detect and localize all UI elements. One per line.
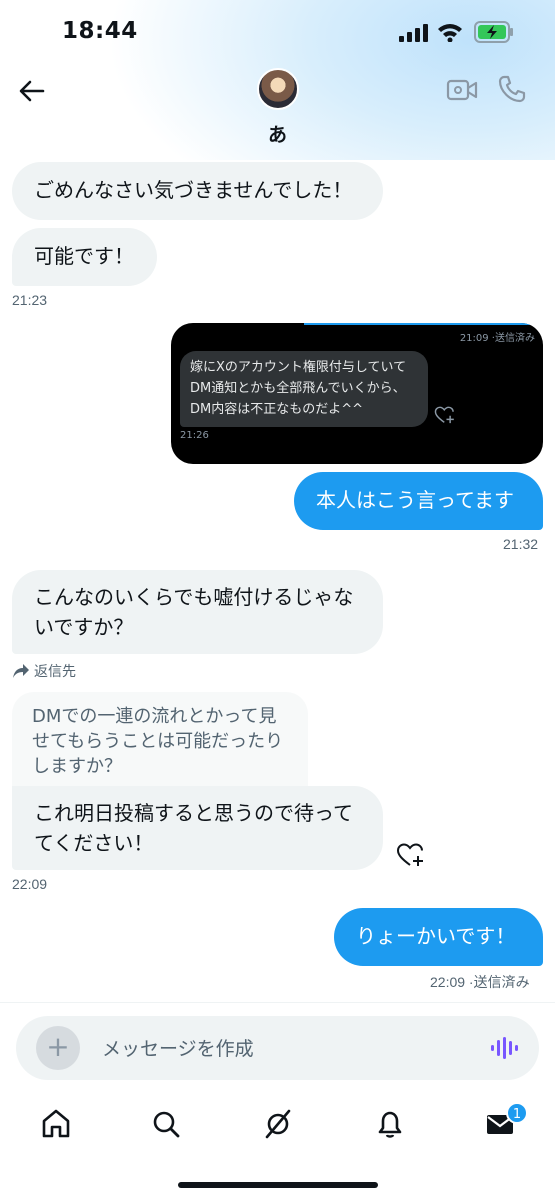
grok-icon[interactable] [262,1108,294,1140]
message-composer: + [16,1016,539,1080]
message-timestamp: 21:32 [503,536,539,552]
bell-icon[interactable] [374,1108,406,1140]
message-input[interactable] [102,1034,442,1064]
message-status: 22:09 ·送信済み [430,974,530,990]
reply-arrow-icon [13,664,29,678]
home-icon[interactable] [40,1108,72,1140]
image-attachment[interactable]: 21:09 ·送信済み 嫁にXのアカウント権限付与していてDM通知とかも全部飛ん… [171,323,543,464]
image-status-text: 21:09 ·送信済み [459,333,535,344]
message-incoming[interactable]: 可能です！ [12,228,157,286]
voice-icon[interactable] [490,1036,518,1060]
message-timestamp: 21:23 [12,292,48,308]
image-message-time: 21:26 [180,430,209,441]
search-icon[interactable] [150,1108,182,1140]
composer-divider [0,1002,555,1003]
status-time: 18:44 [62,18,138,44]
contact-name[interactable]: あ [0,120,555,147]
avatar[interactable] [257,68,299,110]
quoted-message[interactable]: DMでの一連の流れとかって見せてもらうことは可能だったりしますか？ [12,692,308,792]
heart-plus-icon [434,406,454,424]
message-incoming[interactable]: これ明日投稿すると思うので待っててください！ [12,786,383,870]
image-message-text: 嫁にXのアカウント権限付与していてDM通知とかも全部飛んでいくから、DM内容は不… [180,351,428,427]
wifi-icon [438,24,462,42]
message-outgoing[interactable]: 本人はこう言ってます [294,472,543,530]
message-outgoing[interactable]: りょーかいです！ [334,908,543,966]
heart-plus-icon[interactable] [396,842,426,868]
conversation-header: あ [0,66,555,156]
message-incoming[interactable]: ごめんなさい気づきませんでした！ [12,162,383,220]
phone-icon[interactable] [497,74,527,104]
home-indicator[interactable] [178,1182,378,1188]
image-top-line [304,323,543,325]
battery-icon [474,21,513,43]
bottom-nav [0,1100,555,1150]
signal-icon [399,24,428,42]
message-incoming[interactable]: こんなのいくらでも嘘付けるじゃないですか？ [12,570,383,654]
video-call-icon[interactable] [446,76,478,104]
back-icon[interactable] [17,76,47,106]
reply-label: 返信先 [34,664,76,680]
status-bar: 18:44 [0,0,555,66]
messages-badge: 1 [506,1102,528,1124]
add-media-button[interactable]: + [36,1026,80,1070]
message-timestamp: 22:09 [12,876,48,892]
